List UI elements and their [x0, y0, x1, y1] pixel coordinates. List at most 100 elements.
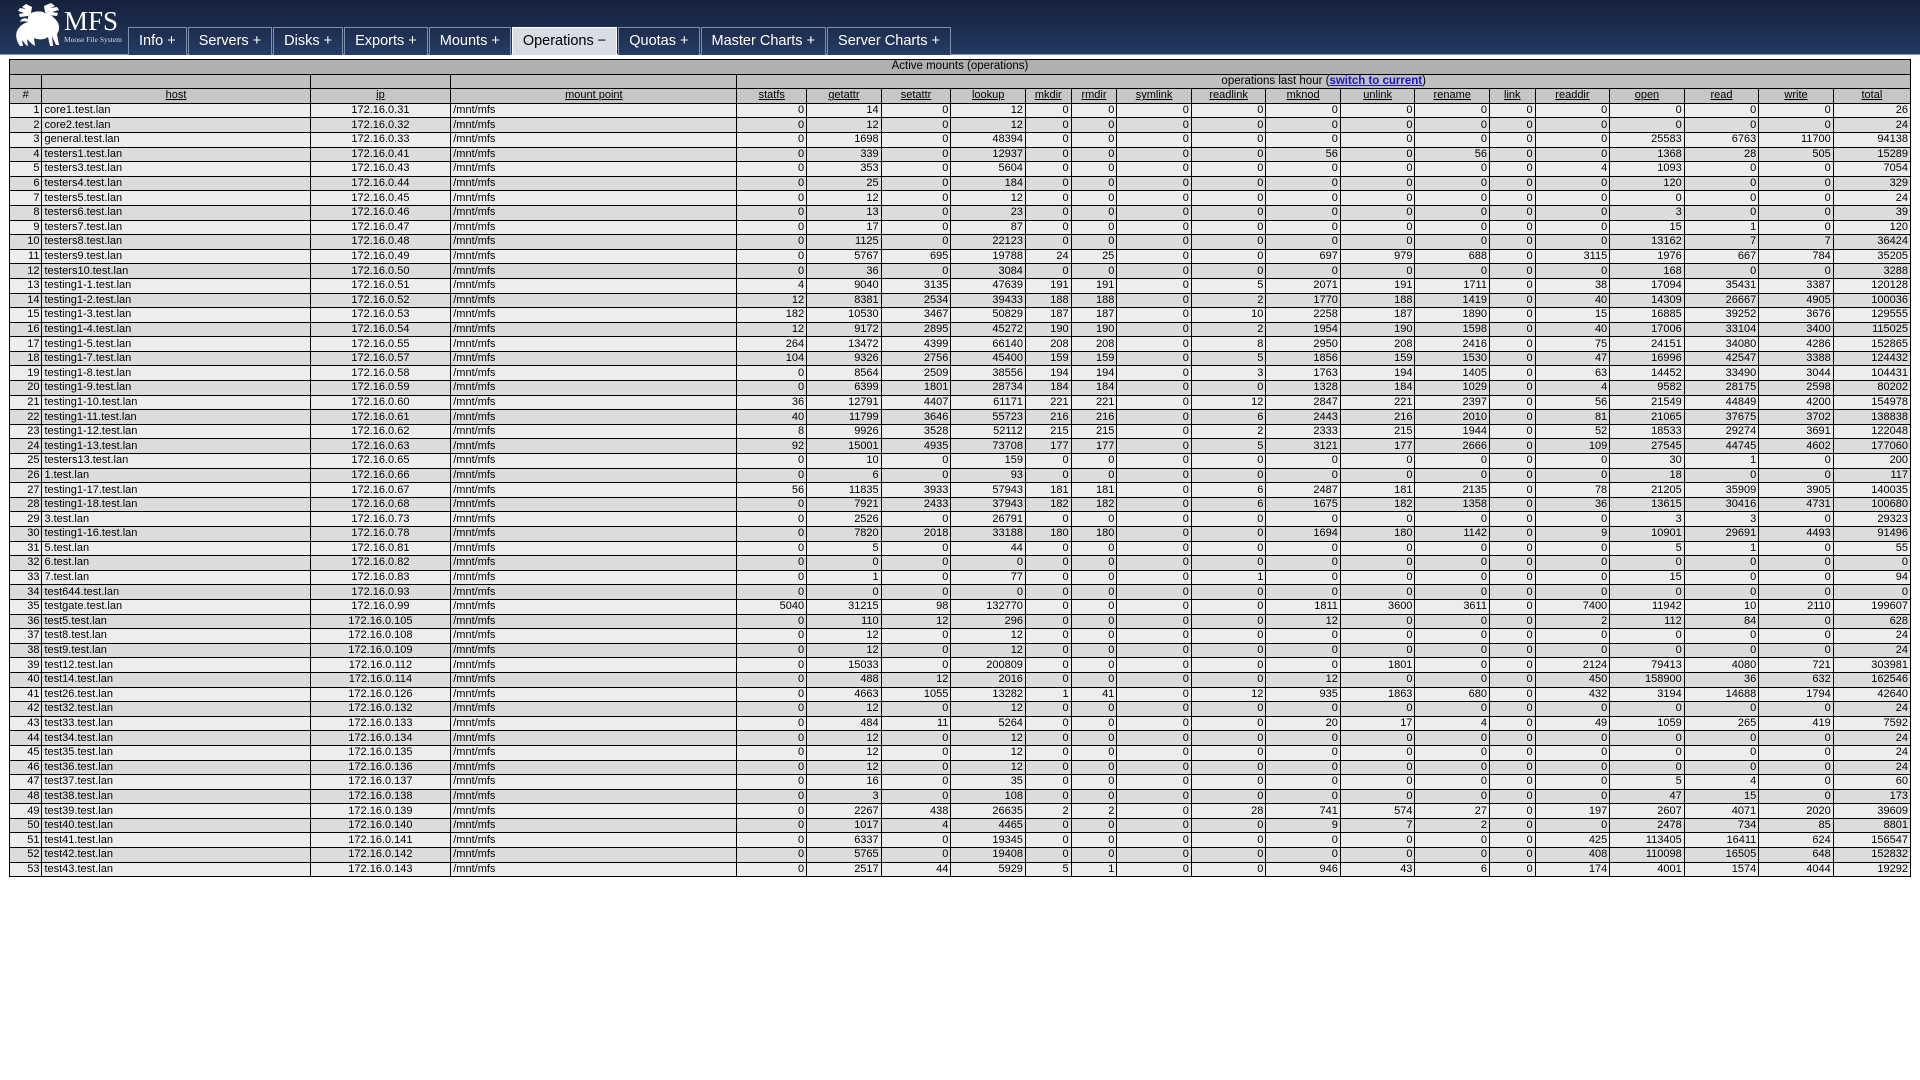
row-op-lookup: 12 [950, 102, 1026, 119]
table-row[interactable]: 49 test39.test.lan 172.16.0.139/mnt/mfs 0 22… [8, 803, 1912, 819]
table-row[interactable]: 50 test40.test.lan 172.16.0.140/mnt/mfs 0 10… [8, 817, 1912, 834]
table-row[interactable]: 40 test14.test.lan 172.16.0.114/mnt/mfs 0 48… [8, 671, 1912, 688]
table-row[interactable]: 12 testers10.test.lan 172.16.0.50/mnt/mfs 0… [8, 263, 1912, 279]
row-op-rmdir: 0 [1070, 744, 1118, 761]
column-header-getattr[interactable]: getattr [806, 88, 882, 104]
table-row[interactable]: 36 test5.test.lan 172.16.0.105/mnt/mfs 0 110… [8, 613, 1912, 630]
row-op-write: 7 [1758, 234, 1834, 250]
column-header-read[interactable]: read [1683, 88, 1760, 104]
table-row[interactable]: 18 testing1-7.test.lan 172.16.0.57/mnt/mfs… [8, 350, 1912, 367]
nav-item-disks[interactable]: Disks + [273, 27, 344, 55]
column-header-readdir[interactable]: readdir [1534, 88, 1611, 104]
table-row[interactable]: 35 testgate.test.lan 172.16.0.99/mnt/mfs 50… [8, 598, 1912, 615]
table-row[interactable]: 25 testers13.test.lan 172.16.0.65/mnt/mfs 0… [8, 453, 1912, 469]
nav-item-operations[interactable]: Operations − [511, 27, 618, 55]
row-op-total: 80202 [1832, 380, 1912, 396]
table-row[interactable]: 9 testers7.test.lan 172.16.0.47/mnt/mfs 0 17… [8, 219, 1912, 236]
table-row[interactable]: 51 test41.test.lan 172.16.0.141/mnt/mfs 0 63… [8, 832, 1912, 849]
table-row[interactable]: 24 testing1-13.test.lan 172.16.0.63/mnt/mf… [8, 438, 1912, 455]
table-row[interactable]: 44 test34.test.lan 172.16.0.134/mnt/mfs 0 12… [8, 730, 1912, 746]
table-row[interactable]: 53 test43.test.lan 172.16.0.143/mnt/mfs 0 25… [8, 861, 1912, 878]
table-row[interactable]: 2 core2.test.lan 172.16.0.32/mnt/mfs 0 12 0 12… [8, 117, 1912, 133]
table-row[interactable]: 42 test32.test.lan 172.16.0.132/mnt/mfs 0 12… [8, 701, 1912, 717]
table-row[interactable]: 43 test33.test.lan 172.16.0.133/mnt/mfs 0 48… [8, 715, 1912, 732]
table-row[interactable]: 23 testing1-12.test.lan 172.16.0.62/mnt/mf… [8, 423, 1912, 440]
table-row[interactable]: 14 testing1-2.test.lan 172.16.0.52/mnt/mfs… [8, 292, 1912, 309]
row-host: test41.test.lan [41, 832, 311, 849]
row-op-readdir: 432 [1534, 686, 1611, 703]
table-row[interactable]: 34 test644.test.lan 172.16.0.93/mnt/mfs 0 0 0… [8, 584, 1912, 600]
table-row[interactable]: 1 core1.test.lan 172.16.0.31/mnt/mfs 0 14 0 12… [8, 102, 1912, 119]
column-header-open[interactable]: open [1609, 88, 1685, 104]
column-header-mkdir[interactable]: mkdir [1024, 88, 1072, 104]
table-row[interactable]: 28 testing1-18.test.lan 172.16.0.68/mnt/mf… [8, 496, 1912, 513]
table-row[interactable]: 19 testing1-8.test.lan 172.16.0.58/mnt/mfs… [8, 365, 1912, 382]
row-mount-point: /mnt/mfs [450, 321, 738, 338]
column-header-lookup[interactable]: lookup [950, 88, 1026, 104]
mfs-logo[interactable]: MFS Moose File System [0, 0, 128, 54]
table-row[interactable]: 47 test37.test.lan 172.16.0.137/mnt/mfs 0 16… [8, 774, 1912, 790]
table-row[interactable]: 41 test26.test.lan 172.16.0.126/mnt/mfs 0 46… [8, 686, 1912, 703]
nav-item-info[interactable]: Info + [128, 27, 187, 55]
column-header-rename[interactable]: rename [1414, 88, 1490, 104]
row-op-mkdir: 0 [1024, 204, 1072, 221]
table-row[interactable]: 22 testing1-11.test.lan 172.16.0.61/mnt/mf… [8, 409, 1912, 425]
table-row[interactable]: 3 general.test.lan 172.16.0.33/mnt/mfs 0 169… [8, 131, 1912, 148]
table-row[interactable]: 5 testers3.test.lan 172.16.0.43/mnt/mfs 0 35… [8, 161, 1912, 177]
table-row[interactable]: 48 test38.test.lan 172.16.0.138/mnt/mfs 0 3 0… [8, 788, 1912, 805]
table-row[interactable]: 8 testers6.test.lan 172.16.0.46/mnt/mfs 0 13… [8, 204, 1912, 221]
row-op-readdir: 408 [1534, 847, 1611, 863]
row-host: 6.test.lan [41, 555, 311, 571]
switch-to-current-link[interactable]: switch to current [1329, 75, 1422, 87]
table-row[interactable]: 29 3.test.lan 172.16.0.73/mnt/mfs 0 2526 0 267… [8, 511, 1912, 527]
nav-item-mastercharts[interactable]: Master Charts + [700, 27, 827, 55]
nav-item-quotas[interactable]: Quotas + [618, 27, 700, 55]
column-header-total[interactable]: total [1832, 88, 1912, 104]
row-op-mkdir: 0 [1024, 453, 1072, 469]
column-header-readlink[interactable]: readlink [1190, 88, 1267, 104]
table-row[interactable]: 52 test42.test.lan 172.16.0.142/mnt/mfs 0 57… [8, 847, 1912, 863]
column-header-link[interactable]: link [1488, 88, 1536, 104]
row-op-open: 2478 [1609, 817, 1685, 834]
table-row[interactable]: 20 testing1-9.test.lan 172.16.0.59/mnt/mfs… [8, 380, 1912, 396]
column-header-[interactable]: # [8, 88, 43, 104]
row-op-lookup: 2016 [950, 671, 1026, 688]
column-header-rmdir[interactable]: rmdir [1070, 88, 1118, 104]
table-row[interactable]: 17 testing1-5.test.lan 172.16.0.55/mnt/mfs… [8, 336, 1912, 352]
row-index: 11 [8, 248, 43, 265]
table-row[interactable]: 15 testing1-3.test.lan 172.16.0.53/mnt/mfs… [8, 307, 1912, 323]
column-header-unlink[interactable]: unlink [1339, 88, 1416, 104]
nav-item-servers[interactable]: Servers + [187, 27, 273, 55]
table-row[interactable]: 39 test12.test.lan 172.16.0.112/mnt/mfs 0 15… [8, 657, 1912, 673]
table-row[interactable]: 11 testers9.test.lan 172.16.0.49/mnt/mfs 0 5… [8, 248, 1912, 265]
column-header-mountpoint[interactable]: mount point [450, 88, 738, 104]
table-row[interactable]: 27 testing1-17.test.lan 172.16.0.67/mnt/mf… [8, 482, 1912, 498]
column-header-mknod[interactable]: mknod [1265, 88, 1341, 104]
table-row[interactable]: 7 testers5.test.lan 172.16.0.45/mnt/mfs 0 12… [8, 190, 1912, 206]
table-row[interactable]: 26 1.test.lan 172.16.0.66/mnt/mfs 0 6 0 93 0 0 0 0… [8, 467, 1912, 484]
table-row[interactable]: 33 7.test.lan 172.16.0.83/mnt/mfs 0 1 0 77 0 0 0 1… [8, 569, 1912, 586]
table-row[interactable]: 4 testers1.test.lan 172.16.0.41/mnt/mfs 0 33… [8, 146, 1912, 163]
table-row[interactable]: 13 testing1-1.test.lan 172.16.0.51/mnt/mfs… [8, 277, 1912, 294]
table-row[interactable]: 32 6.test.lan 172.16.0.82/mnt/mfs 0 0 0 0 0 0 0 0 0… [8, 555, 1912, 571]
column-header-statfs[interactable]: statfs [736, 88, 808, 104]
table-row[interactable]: 37 test8.test.lan 172.16.0.108/mnt/mfs 0 12 0… [8, 628, 1912, 644]
table-row[interactable]: 10 testers8.test.lan 172.16.0.48/mnt/mfs 0 1… [8, 234, 1912, 250]
table-row[interactable]: 38 test9.test.lan 172.16.0.109/mnt/mfs 0 12 0… [8, 642, 1912, 659]
column-header-symlink[interactable]: symlink [1116, 88, 1192, 104]
table-row[interactable]: 30 testing1-16.test.lan 172.16.0.78/mnt/mf… [8, 526, 1912, 542]
column-header-write[interactable]: write [1758, 88, 1834, 104]
column-header-setattr[interactable]: setattr [880, 88, 952, 104]
table-row[interactable]: 16 testing1-4.test.lan 172.16.0.54/mnt/mfs… [8, 321, 1912, 338]
table-row[interactable]: 21 testing1-10.test.lan 172.16.0.60/mnt/mf… [8, 394, 1912, 411]
table-row[interactable]: 31 5.test.lan 172.16.0.81/mnt/mfs 0 5 0 44 0 0 0 0… [8, 540, 1912, 557]
nav-item-mounts[interactable]: Mounts + [428, 27, 511, 55]
table-row[interactable]: 6 testers4.test.lan 172.16.0.44/mnt/mfs 0 25… [8, 175, 1912, 192]
nav-item-servercharts[interactable]: Server Charts + [827, 27, 951, 55]
table-row[interactable]: 45 test35.test.lan 172.16.0.135/mnt/mfs 0 12… [8, 744, 1912, 761]
nav-item-exports[interactable]: Exports + [344, 27, 428, 55]
table-row[interactable]: 46 test36.test.lan 172.16.0.136/mnt/mfs 0 12… [8, 759, 1912, 776]
row-op-rename: 1419 [1414, 292, 1490, 309]
column-header-host[interactable]: host [41, 88, 311, 104]
column-header-ip[interactable]: ip [309, 88, 452, 104]
